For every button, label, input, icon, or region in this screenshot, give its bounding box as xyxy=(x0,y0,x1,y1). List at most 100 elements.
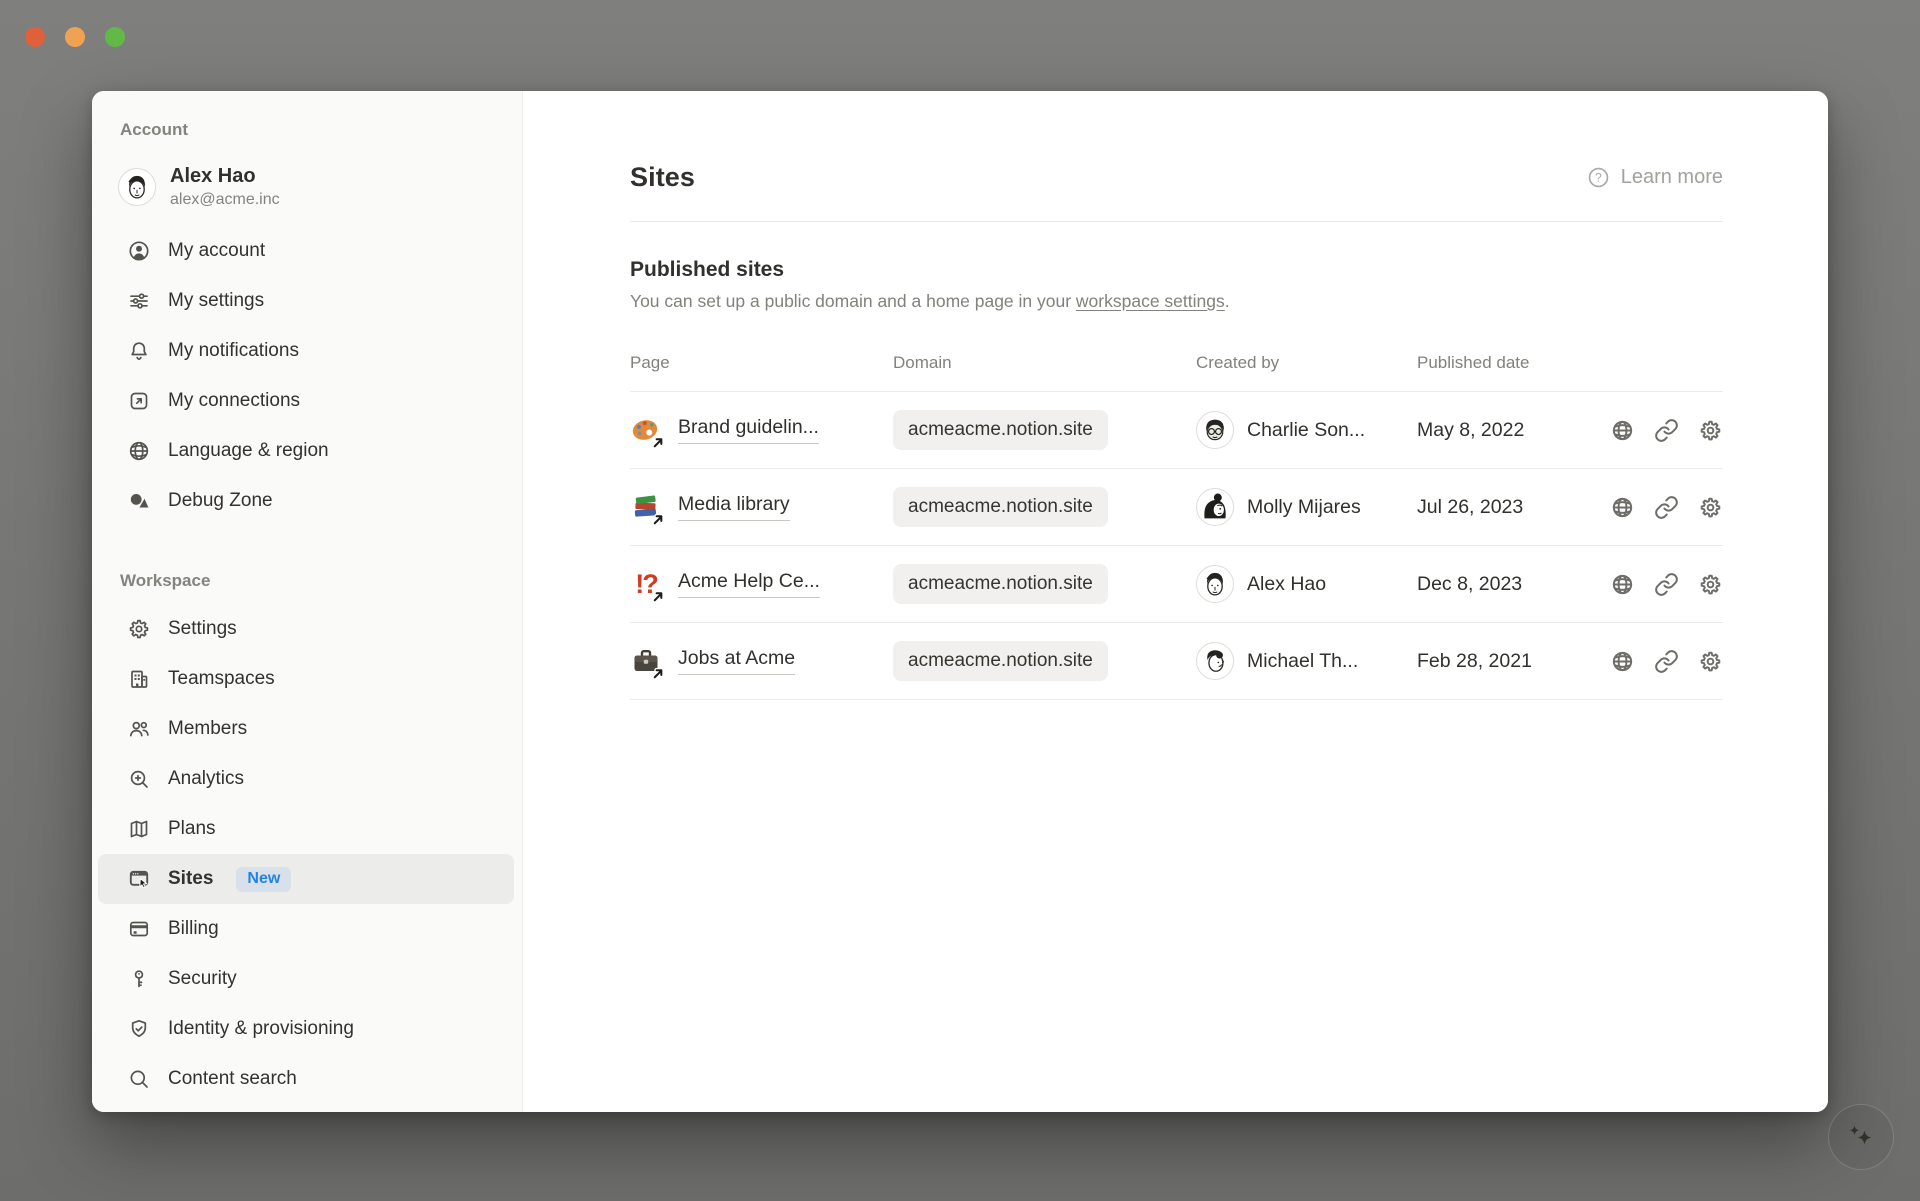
sidebar-item-billing[interactable]: Billing xyxy=(98,904,514,954)
creator-name: Michael Th... xyxy=(1247,650,1358,673)
page-link[interactable]: Acme Help Ce... xyxy=(678,570,820,598)
alex-avatar-icon xyxy=(1196,565,1234,603)
sparkles-icon xyxy=(1841,1117,1881,1157)
sidebar-item-label: My settings xyxy=(168,290,264,312)
minimize-button[interactable] xyxy=(65,27,85,47)
michael-avatar-icon xyxy=(1196,642,1234,680)
panel-header: Sites ? Learn more xyxy=(630,159,1723,195)
help-circle-icon: ? xyxy=(1586,165,1611,190)
copy-link-icon[interactable] xyxy=(1654,649,1679,674)
external-link-arrow-icon xyxy=(651,512,666,527)
palette-icon xyxy=(630,414,662,446)
sidebar-item-label: My notifications xyxy=(168,340,299,362)
sidebar-item-label: Billing xyxy=(168,918,219,940)
copy-link-icon[interactable] xyxy=(1654,418,1679,443)
settings-sidebar: Account Alex Hao alex@acme.inc xyxy=(92,91,523,1112)
sidebar-item-my-account[interactable]: My account xyxy=(98,226,514,276)
published-date: May 8, 2022 xyxy=(1417,419,1600,442)
column-header-page: Page xyxy=(630,353,893,373)
sites-panel: Sites ? Learn more Published sites You c… xyxy=(523,91,1828,1112)
sidebar-item-language-region[interactable]: Language & region xyxy=(98,426,514,476)
globe-action-icon[interactable] xyxy=(1610,418,1635,443)
site-settings-gear-icon[interactable] xyxy=(1698,649,1723,674)
sidebar-item-content-search[interactable]: Content search xyxy=(98,1054,514,1104)
browser-cursor-icon xyxy=(127,867,151,891)
sidebar-item-my-connections[interactable]: My connections xyxy=(98,376,514,426)
globe-action-icon[interactable] xyxy=(1610,572,1635,597)
creator-cell: Michael Th... xyxy=(1196,642,1417,680)
page-link[interactable]: Brand guidelin... xyxy=(678,416,819,444)
sidebar-item-identity-provisioning[interactable]: Identity & provisioning xyxy=(98,1004,514,1054)
sidebar-item-label: Analytics xyxy=(168,768,244,790)
sidebar-item-plans[interactable]: Plans xyxy=(98,804,514,854)
domain-pill: acmeacme.notion.site xyxy=(893,410,1108,450)
workspace-nav: Settings Teamspaces Members xyxy=(92,604,522,1104)
close-button[interactable] xyxy=(25,27,45,47)
published-sites-table: Page Domain Created by Published date xyxy=(630,353,1723,700)
page-cell: Brand guidelin... xyxy=(630,414,893,446)
table-row: !? Acme Help Ce... acmeacme.notion.site xyxy=(630,546,1723,623)
table-row: Brand guidelin... acmeacme.notion.site C… xyxy=(630,392,1723,469)
site-settings-gear-icon[interactable] xyxy=(1698,572,1723,597)
ai-assistant-button[interactable] xyxy=(1828,1104,1894,1170)
published-date: Feb 28, 2021 xyxy=(1417,650,1600,673)
external-link-arrow-icon xyxy=(651,435,666,450)
charlie-avatar-icon xyxy=(1196,411,1234,449)
search-icon xyxy=(127,1067,151,1091)
settings-window: Account Alex Hao alex@acme.inc xyxy=(92,91,1828,1112)
published-sites-heading: Published sites xyxy=(630,256,1723,284)
account-user[interactable]: Alex Hao alex@acme.inc xyxy=(118,163,522,210)
creator-name: Molly Mijares xyxy=(1247,496,1361,519)
sidebar-item-label: Members xyxy=(168,718,247,740)
sidebar-item-teamspaces[interactable]: Teamspaces xyxy=(98,654,514,704)
sidebar-item-label: My account xyxy=(168,240,265,262)
sidebar-item-my-settings[interactable]: My settings xyxy=(98,276,514,326)
user-email: alex@acme.inc xyxy=(170,189,280,210)
site-settings-gear-icon[interactable] xyxy=(1698,418,1723,443)
sidebar-item-security[interactable]: Security xyxy=(98,954,514,1004)
zoom-button[interactable] xyxy=(105,27,125,47)
globe-action-icon[interactable] xyxy=(1610,649,1635,674)
sidebar-item-settings[interactable]: Settings xyxy=(98,604,514,654)
sliders-icon xyxy=(127,289,151,313)
creator-cell: Alex Hao xyxy=(1196,565,1417,603)
domain-pill: acmeacme.notion.site xyxy=(893,641,1108,681)
page-link[interactable]: Media library xyxy=(678,493,790,521)
copy-link-icon[interactable] xyxy=(1654,572,1679,597)
table-header-row: Page Domain Created by Published date xyxy=(630,353,1723,392)
domain-pill: acmeacme.notion.site xyxy=(893,564,1108,604)
globe-action-icon[interactable] xyxy=(1610,495,1635,520)
sidebar-item-analytics[interactable]: Analytics xyxy=(98,754,514,804)
page-link[interactable]: Jobs at Acme xyxy=(678,647,795,675)
arrow-up-right-box-icon xyxy=(127,389,151,413)
account-section-label: Account xyxy=(120,119,522,141)
row-actions xyxy=(1600,649,1723,674)
globe-icon xyxy=(127,439,151,463)
sidebar-item-label: Plans xyxy=(168,818,216,840)
table-row: Jobs at Acme acmeacme.notion.site Michae… xyxy=(630,623,1723,700)
published-date: Jul 26, 2023 xyxy=(1417,496,1600,519)
table-row: Media library acmeacme.notion.site Molly xyxy=(630,469,1723,546)
building-icon xyxy=(127,667,151,691)
shield-check-icon xyxy=(127,1017,151,1041)
sidebar-item-label: Security xyxy=(168,968,237,990)
workspace-settings-link[interactable]: workspace settings xyxy=(1076,291,1225,311)
person-circle-icon xyxy=(127,239,151,263)
sidebar-item-debug-zone[interactable]: Debug Zone xyxy=(98,476,514,526)
creator-cell: Charlie Son... xyxy=(1196,411,1417,449)
user-avatar xyxy=(118,168,156,206)
page-cell: Jobs at Acme xyxy=(630,645,893,677)
sidebar-item-members[interactable]: Members xyxy=(98,704,514,754)
bell-icon xyxy=(127,339,151,363)
description-text: You can set up a public domain and a hom… xyxy=(630,291,1076,311)
copy-link-icon[interactable] xyxy=(1654,495,1679,520)
learn-more-button[interactable]: ? Learn more xyxy=(1586,165,1723,190)
sidebar-item-my-notifications[interactable]: My notifications xyxy=(98,326,514,376)
new-badge: New xyxy=(236,867,291,892)
sidebar-item-sites[interactable]: Sites New xyxy=(98,854,514,904)
site-settings-gear-icon[interactable] xyxy=(1698,495,1723,520)
sidebar-item-label: Language & region xyxy=(168,440,329,462)
briefcase-icon xyxy=(630,645,662,677)
sidebar-item-label: Content search xyxy=(168,1068,297,1090)
credit-card-icon xyxy=(127,917,151,941)
